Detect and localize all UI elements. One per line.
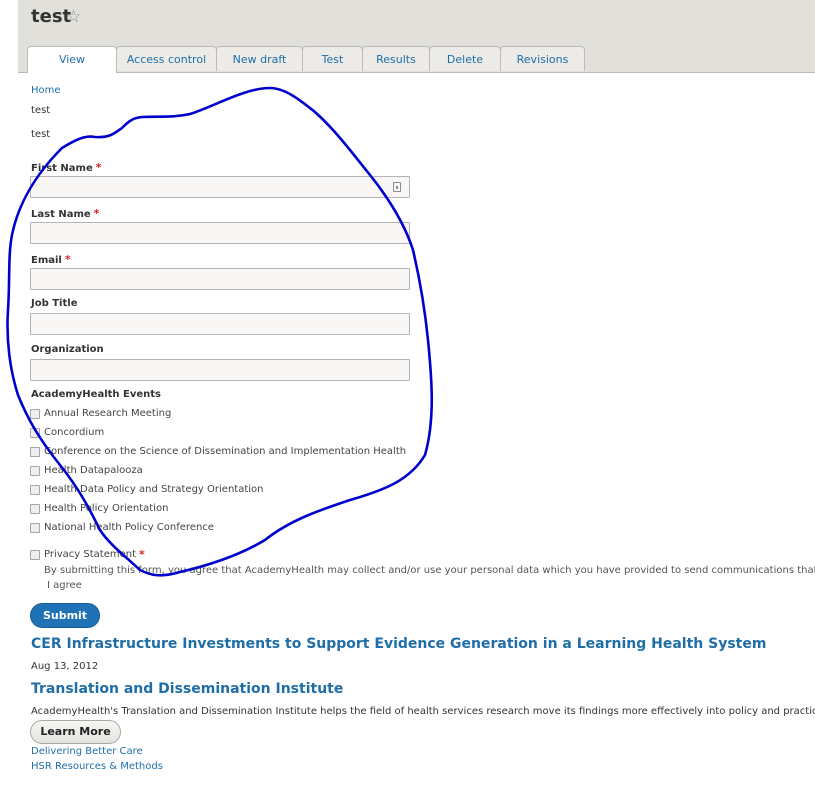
star-outline-icon[interactable]: ☆ bbox=[66, 7, 81, 27]
topic-link[interactable]: Delivering Better Care bbox=[31, 746, 143, 757]
article-headline-link[interactable]: CER Infrastructure Investments to Suppor… bbox=[31, 636, 766, 652]
event-option[interactable]: Health Policy Orientation bbox=[30, 503, 168, 514]
event-option[interactable]: Health Data Policy and Strategy Orientat… bbox=[30, 484, 264, 495]
last-name-label: Last Name * bbox=[31, 207, 100, 220]
event-option[interactable]: Concordium bbox=[30, 427, 104, 438]
intro-text: test bbox=[31, 129, 51, 140]
first-name-input[interactable] bbox=[30, 176, 410, 198]
page-header: test ☆ View Access control New draft Tes… bbox=[18, 0, 815, 73]
first-name-label: First Name * bbox=[31, 161, 102, 174]
organization-input[interactable] bbox=[30, 359, 410, 381]
tab-revisions[interactable]: Revisions bbox=[500, 46, 585, 71]
article-headline-link[interactable]: Translation and Dissemination Institute bbox=[31, 681, 343, 697]
privacy-description: By submitting this form, you agree that … bbox=[44, 565, 815, 576]
event-option[interactable]: Health Datapalooza bbox=[30, 465, 143, 476]
checkbox[interactable] bbox=[30, 465, 40, 476]
contact-card-icon[interactable] bbox=[393, 182, 401, 192]
checkbox[interactable] bbox=[30, 503, 40, 514]
tab-view[interactable]: View bbox=[27, 46, 117, 73]
submit-button[interactable]: Submit bbox=[30, 603, 100, 628]
event-option[interactable]: Conference on the Science of Disseminati… bbox=[30, 446, 406, 457]
checkbox[interactable] bbox=[30, 446, 40, 457]
checkbox[interactable] bbox=[30, 427, 40, 438]
tab-results[interactable]: Results bbox=[362, 46, 430, 71]
tab-test[interactable]: Test bbox=[302, 46, 363, 71]
tab-delete[interactable]: Delete bbox=[429, 46, 501, 71]
event-option[interactable]: National Health Policy Conference bbox=[30, 522, 214, 533]
tab-bar: View Access control New draft Test Resul… bbox=[27, 46, 585, 73]
intro-text: test bbox=[31, 105, 51, 116]
last-name-input[interactable] bbox=[30, 222, 410, 244]
breadcrumb-home[interactable]: Home bbox=[31, 85, 61, 96]
event-option[interactable]: Annual Research Meeting bbox=[30, 408, 171, 419]
article-date: Aug 13, 2012 bbox=[31, 661, 99, 672]
topic-link[interactable]: HSR Resources & Methods bbox=[31, 761, 163, 772]
job-title-label: Job Title bbox=[31, 298, 78, 309]
organization-label: Organization bbox=[31, 344, 104, 355]
tab-new-draft[interactable]: New draft bbox=[216, 46, 303, 71]
checkbox[interactable] bbox=[30, 408, 40, 419]
agree-text: I agree bbox=[47, 580, 82, 591]
privacy-statement-option[interactable]: Privacy Statement * bbox=[30, 548, 145, 561]
tab-access-control[interactable]: Access control bbox=[116, 46, 217, 71]
checkbox[interactable] bbox=[30, 522, 40, 533]
email-label: Email * bbox=[31, 253, 71, 266]
email-input[interactable] bbox=[30, 268, 410, 290]
article-summary: AcademyHealth's Translation and Dissemin… bbox=[31, 706, 815, 717]
events-label: AcademyHealth Events bbox=[31, 389, 161, 400]
job-title-input[interactable] bbox=[30, 313, 410, 335]
learn-more-button[interactable]: Learn More bbox=[30, 720, 121, 744]
checkbox[interactable] bbox=[30, 549, 40, 560]
checkbox[interactable] bbox=[30, 484, 40, 495]
